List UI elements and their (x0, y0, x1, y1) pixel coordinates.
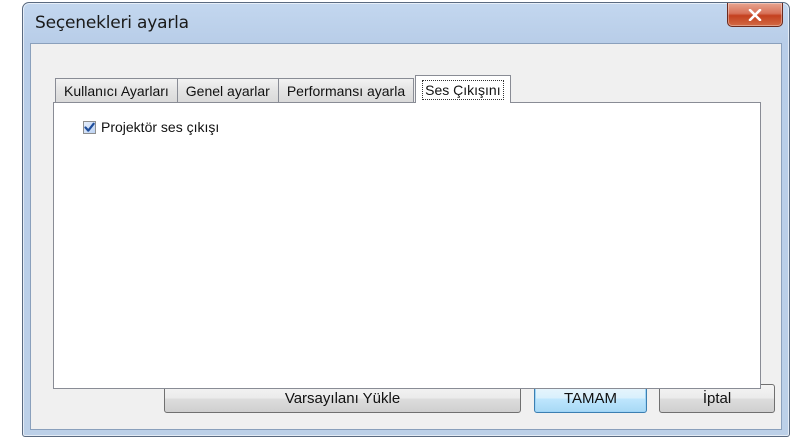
projector-audio-option[interactable]: Projektör ses çıkışı (83, 119, 219, 135)
tab-strip: Kullanıcı Ayarları Genel ayarlar Perform… (55, 75, 511, 103)
close-button[interactable] (727, 3, 783, 27)
tab-general-settings[interactable]: Genel ayarlar (176, 78, 279, 103)
tab-label: Kullanıcı Ayarları (64, 83, 169, 99)
tab-panel-audio-output: Projektör ses çıkışı (53, 102, 761, 389)
title-bar[interactable]: Seçenekleri ayarla (23, 3, 789, 43)
close-icon (748, 8, 762, 21)
projector-audio-label: Projektör ses çıkışı (101, 119, 220, 135)
tab-user-settings[interactable]: Kullanıcı Ayarları (55, 78, 178, 103)
window-title: Seçenekleri ayarla (35, 13, 189, 33)
tab-label: Performansı ayarla (286, 83, 406, 99)
tab-label: Genel ayarlar (185, 83, 270, 99)
tab-performance-settings[interactable]: Performansı ayarla (277, 78, 415, 103)
check-icon (84, 122, 95, 132)
tab-label: Ses Çıkışını (422, 79, 504, 100)
tab-audio-output[interactable]: Ses Çıkışını (415, 75, 511, 103)
projector-audio-checkbox[interactable] (83, 120, 96, 134)
dialog-client-area: Kullanıcı Ayarları Genel ayarlar Perform… (30, 43, 782, 430)
dialog-window: Seçenekleri ayarla Kullanıcı Ayarları Ge… (22, 2, 790, 437)
